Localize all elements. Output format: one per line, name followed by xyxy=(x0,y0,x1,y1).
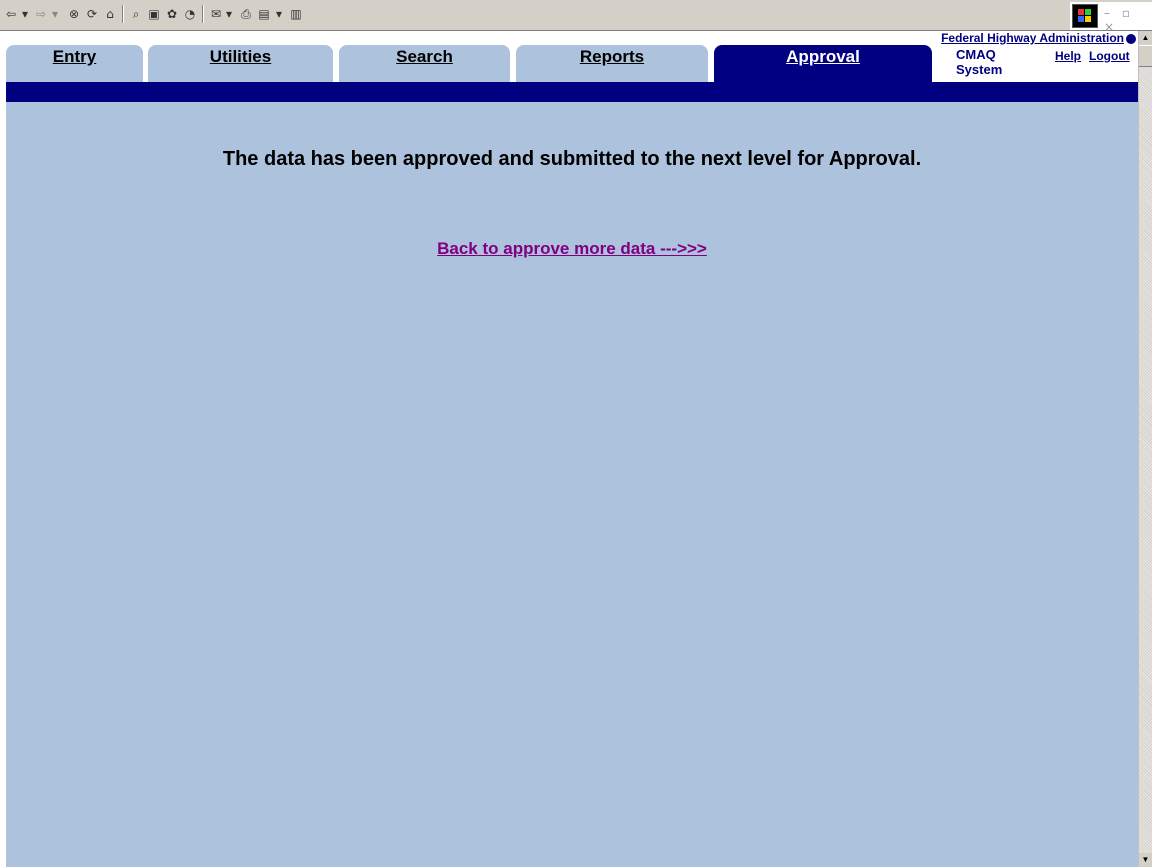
tab-utilities[interactable]: Utilities xyxy=(148,45,333,82)
back-dropdown-icon[interactable]: ▾ xyxy=(20,6,30,22)
fhwa-link[interactable]: Federal Highway Administration xyxy=(941,31,1136,45)
mail-icon[interactable]: ✉ xyxy=(208,6,224,22)
windows-logo-icon xyxy=(1072,4,1098,28)
scroll-down-icon[interactable]: ▼ xyxy=(1139,853,1152,867)
tab-approval-label[interactable]: Approval xyxy=(786,47,860,66)
back-to-approve-link[interactable]: Back to approve more data --->>> xyxy=(437,239,707,258)
stop-icon[interactable]: ⊗ xyxy=(66,6,82,22)
confirmation-message: The data has been approved and submitted… xyxy=(222,148,922,170)
tab-reports-label[interactable]: Reports xyxy=(580,47,644,66)
nav-bar xyxy=(6,82,1138,102)
tab-utilities-label[interactable]: Utilities xyxy=(210,47,271,66)
window-buttons[interactable]: – ▫ × xyxy=(1104,6,1152,34)
forward-icon[interactable]: ⇨ xyxy=(34,6,48,22)
logout-link[interactable]: Logout xyxy=(1089,49,1130,63)
tab-reports[interactable]: Reports xyxy=(516,45,708,82)
discuss-icon[interactable]: ▥ xyxy=(288,6,304,22)
vertical-scrollbar[interactable]: ▲ ▼ xyxy=(1138,31,1152,867)
refresh-icon[interactable]: ⟳ xyxy=(84,6,100,22)
back-icon[interactable]: ⇦ xyxy=(4,6,18,22)
edit-icon[interactable]: ▤ xyxy=(256,6,272,22)
app-header: Entry Utilities Search Reports Approval … xyxy=(6,31,1138,82)
scroll-thumb[interactable] xyxy=(1139,45,1152,67)
history-icon[interactable]: ◔ xyxy=(182,6,198,22)
scroll-up-icon[interactable]: ▲ xyxy=(1139,31,1152,45)
tab-entry-label[interactable]: Entry xyxy=(53,47,96,66)
system-label: CMAQ System xyxy=(956,47,1003,77)
tab-search-label[interactable]: Search xyxy=(396,47,453,66)
main-content: The data has been approved and submitted… xyxy=(6,102,1138,867)
browser-toolbar: ⇦ ▾ ⇨ ▾ ⊗ ⟳ ⌂ ⌕ ▣ ✿ ◔ ✉ ▾ ⎙ ▤ ▾ ▥ – ▫ × xyxy=(0,0,1152,34)
media-icon[interactable]: ✿ xyxy=(164,6,180,22)
tab-approval[interactable]: Approval xyxy=(714,45,932,82)
fhwa-link-label: Federal Highway Administration xyxy=(941,31,1124,45)
tab-search[interactable]: Search xyxy=(339,45,510,82)
window-controls: – ▫ × xyxy=(1070,2,1152,34)
print-icon[interactable]: ⎙ xyxy=(238,6,254,22)
forward-dropdown-icon[interactable]: ▾ xyxy=(50,6,60,22)
edit-dropdown-icon[interactable]: ▾ xyxy=(274,6,284,22)
mail-dropdown-icon[interactable]: ▾ xyxy=(224,6,234,22)
help-link[interactable]: Help xyxy=(1055,49,1081,63)
search-icon[interactable]: ⌕ xyxy=(128,6,144,22)
favorites-icon[interactable]: ▣ xyxy=(146,6,162,22)
fhwa-logo-icon xyxy=(1126,33,1136,44)
tab-entry[interactable]: Entry xyxy=(6,45,143,82)
home-icon[interactable]: ⌂ xyxy=(102,6,118,22)
